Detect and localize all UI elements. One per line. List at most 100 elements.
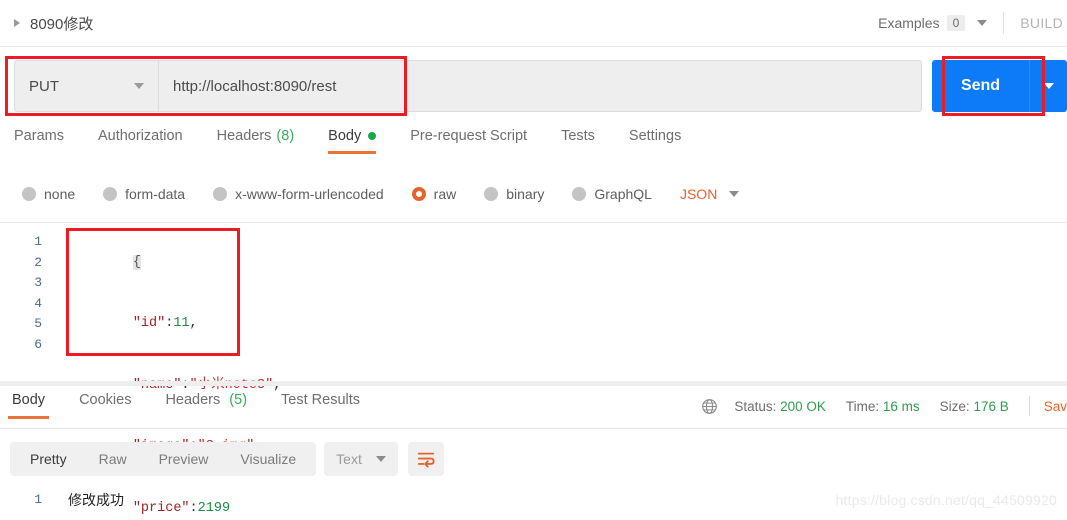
build-tab[interactable]: BUILD	[1020, 15, 1067, 31]
radio-graphql-icon	[572, 187, 587, 201]
tab-body[interactable]: Body	[328, 128, 377, 154]
body-type-urlencoded[interactable]: x-www-form-urlencoded	[213, 186, 384, 202]
response-tab-cookies-label: Cookies	[79, 392, 132, 408]
http-method-selector[interactable]: PUT	[14, 60, 158, 112]
code-token: 11	[173, 316, 190, 331]
response-body-text: 修改成功	[68, 492, 124, 508]
status-divider	[1028, 396, 1030, 416]
body-type-form-data[interactable]: form-data	[103, 186, 185, 202]
body-type-binary-label: binary	[506, 186, 545, 202]
send-options-button[interactable]	[1029, 60, 1067, 112]
response-view-toolbar: Pretty Raw Preview Visualize Text	[10, 442, 444, 476]
expand-caret-icon[interactable]	[14, 19, 20, 27]
tab-body-label: Body	[328, 128, 362, 144]
request-body-editor[interactable]: 1 2 3 4 5 6 { "id":11, "name":"小米note3",…	[0, 229, 1067, 516]
response-view-segment-group: Pretty Raw Preview Visualize	[10, 442, 317, 476]
line-number: 6	[34, 336, 42, 352]
top-bar-right: Examples 0 BUILD	[878, 0, 1067, 46]
line-number: 1	[34, 234, 42, 249]
tab-settings[interactable]: Settings	[629, 128, 681, 154]
request-body-line-numbers: 1 2 3 4 5 6	[0, 229, 52, 381]
time-value: 16 ms	[882, 398, 920, 414]
send-button-group: Send	[932, 60, 1067, 112]
response-time-group: Time: 16 ms	[846, 399, 920, 414]
tab-tests-label: Tests	[561, 128, 595, 144]
body-type-raw[interactable]: raw	[411, 186, 457, 202]
response-tab-test-results[interactable]: Test Results	[277, 392, 364, 419]
tab-pre-request-script-label: Pre-request Script	[410, 128, 528, 144]
status-code-group: Status: 200 OK	[734, 399, 826, 414]
response-size-group: Size: 176 B	[940, 399, 1009, 414]
tab-pre-request-script[interactable]: Pre-request Script	[410, 128, 527, 154]
url-input[interactable]: http://localhost:8090/rest	[158, 60, 922, 112]
tab-settings-label: Settings	[628, 128, 682, 144]
tab-tests[interactable]: Tests	[561, 128, 595, 154]
body-type-graphql[interactable]: GraphQL	[572, 186, 652, 202]
response-tab-body[interactable]: Body	[8, 392, 50, 419]
request-tabs: Params Authorization Headers (8) Body Pr…	[14, 128, 1054, 166]
response-tab-headers[interactable]: Headers (5)	[161, 392, 251, 419]
radio-urlencoded-icon	[213, 187, 228, 201]
response-view-visualize[interactable]: Visualize	[224, 451, 312, 467]
response-view-raw[interactable]: Raw	[83, 451, 143, 467]
response-view-preview[interactable]: Preview	[143, 451, 225, 467]
tab-headers-label: Headers	[216, 128, 272, 144]
url-value: http://localhost:8090/rest	[173, 77, 337, 95]
body-type-none-label: none	[44, 186, 76, 202]
time-label: Time:	[845, 398, 880, 414]
line-number: 2	[34, 254, 42, 270]
body-type-binary[interactable]: binary	[484, 186, 544, 202]
tab-params[interactable]: Params	[14, 128, 64, 154]
request-title-group[interactable]: 8090修改	[0, 13, 93, 34]
top-bar: 8090修改 Examples 0 BUILD	[0, 0, 1067, 47]
postman-window: 8090修改 Examples 0 BUILD PUT http://local…	[0, 0, 1067, 520]
body-format-selector[interactable]: JSON	[680, 186, 717, 202]
save-response-button[interactable]: Sav	[1044, 399, 1067, 414]
tab-params-label: Params	[14, 128, 64, 144]
body-type-urlencoded-label: x-www-form-urlencoded	[235, 186, 384, 202]
body-type-none[interactable]: none	[22, 186, 75, 202]
line-number: 5	[34, 316, 42, 331]
response-tab-body-label: Body	[12, 392, 46, 408]
size-value: 176 B	[973, 398, 1009, 414]
response-content-type-selector[interactable]: Text	[324, 442, 398, 476]
response-tabs-underline	[0, 428, 1067, 429]
body-type-raw-label: raw	[433, 186, 457, 202]
radio-form-data-icon	[103, 187, 118, 201]
method-chevron-down-icon[interactable]	[134, 83, 144, 89]
status-label: Status:	[734, 398, 777, 414]
top-bar-divider	[1003, 12, 1005, 34]
response-tabs: Body Cookies Headers (5) Test Results	[8, 392, 390, 428]
response-body-line-numbers: 1	[0, 487, 52, 520]
send-chevron-down-icon	[1043, 83, 1054, 89]
response-view-pretty[interactable]: Pretty	[14, 451, 83, 467]
line-number: 3	[34, 275, 42, 290]
editor-divider	[0, 222, 1067, 223]
body-type-form-data-label: form-data	[125, 186, 186, 202]
tab-authorization[interactable]: Authorization	[98, 128, 183, 154]
body-type-options: none form-data x-www-form-urlencoded raw…	[22, 180, 1062, 208]
send-button[interactable]: Send	[932, 60, 1029, 112]
tab-authorization-label: Authorization	[97, 128, 183, 144]
code-token: "id"	[132, 316, 166, 331]
response-tab-headers-label: Headers	[165, 392, 221, 408]
code-line-1: {	[68, 232, 281, 294]
word-wrap-button[interactable]	[407, 442, 444, 476]
content-type-chevron-down-icon	[375, 456, 386, 462]
line-number: 1	[34, 492, 42, 507]
tab-headers[interactable]: Headers (8)	[217, 128, 295, 154]
page-title: 8090修改	[30, 15, 94, 33]
response-tab-test-results-label: Test Results	[281, 392, 361, 408]
examples-label: Examples	[878, 15, 940, 31]
code-line-2: "id":11,	[68, 294, 281, 356]
request-body-code[interactable]: { "id":11, "name":"小米note3", "image":"3.…	[52, 229, 281, 516]
body-format-chevron-down-icon[interactable]	[729, 191, 740, 197]
response-pane-divider	[0, 381, 1067, 386]
examples-chevron-down-icon[interactable]	[977, 20, 988, 26]
word-wrap-icon	[417, 452, 435, 468]
radio-none-icon	[22, 187, 36, 201]
http-method-label: PUT	[29, 77, 59, 95]
radio-raw-selected-icon	[411, 187, 426, 201]
code-token: {	[132, 254, 141, 270]
response-tab-cookies[interactable]: Cookies	[75, 392, 135, 419]
